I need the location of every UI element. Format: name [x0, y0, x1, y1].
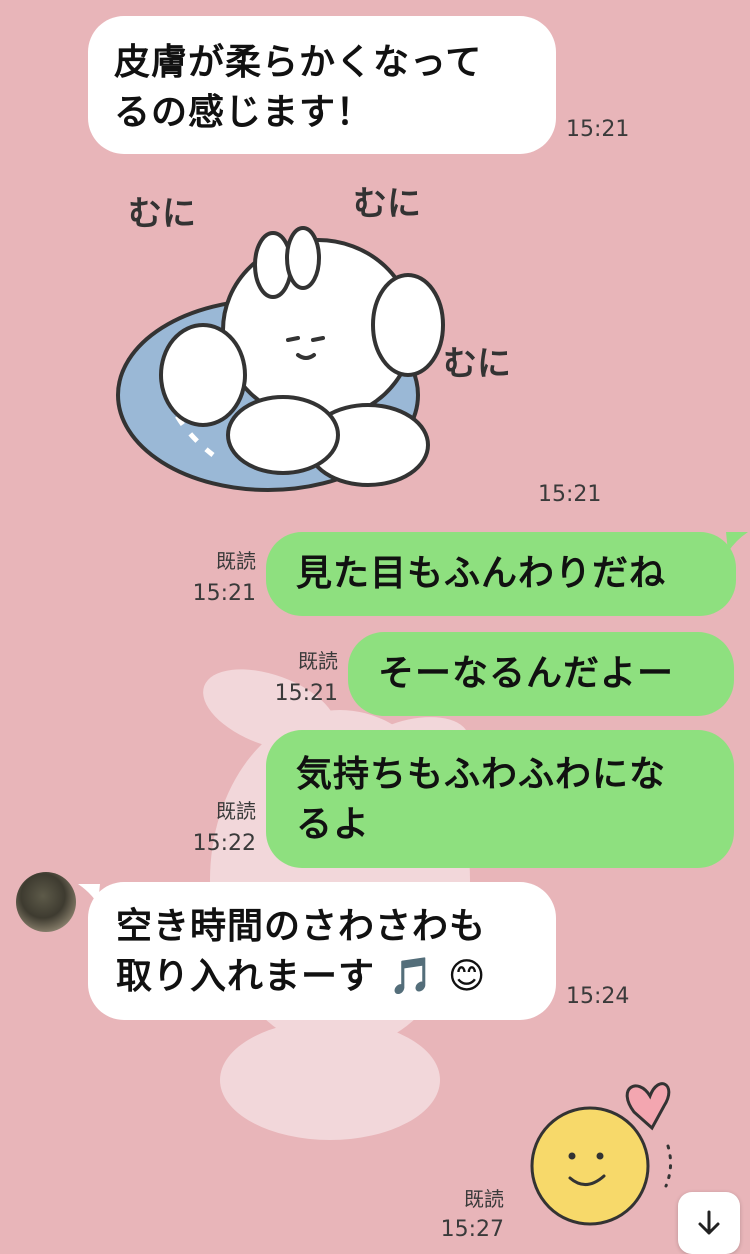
message-bubble-incoming[interactable]: 空き時間のさわさわも 取り入れまーす 🎵 😊 — [88, 882, 556, 1020]
bubble-tail — [726, 532, 748, 552]
message-text-line: 空き時間のさわさわも — [116, 906, 487, 947]
message-timestamp: 15:22 — [192, 831, 256, 856]
message-text-line: るよ — [296, 804, 371, 845]
message-timestamp: 15:21 — [538, 482, 602, 507]
message-timestamp: 15:21 — [192, 581, 256, 606]
message-timestamp: 15:21 — [566, 117, 630, 142]
contact-avatar[interactable] — [16, 872, 76, 932]
message-timestamp: 15:24 — [566, 984, 630, 1009]
sticker-text: むに — [128, 194, 196, 234]
message-bubble-outgoing[interactable]: 気持ちもふわふわにな るよ — [266, 730, 734, 868]
message-text-line: るの感じます！ — [114, 92, 374, 133]
read-receipt: 既読 — [298, 649, 338, 673]
read-receipt: 既読 — [216, 799, 256, 823]
message-text: 見た目もふんわりだね — [296, 553, 667, 594]
message-bubble-incoming[interactable]: 皮膚が柔らかくなって るの感じます！ — [88, 16, 556, 154]
sticker-text: むに — [353, 184, 421, 224]
message-timestamp: 15:27 — [440, 1217, 504, 1242]
message-text-line: 気持ちもふわふわにな — [296, 754, 667, 795]
sticker-text: むに — [443, 344, 508, 384]
message-bubble-outgoing[interactable]: 見た目もふんわりだね — [266, 532, 736, 616]
message-text-line: 皮膚が柔らかくなって — [114, 42, 483, 83]
message-bubble-outgoing[interactable]: そーなるんだよー — [348, 632, 734, 716]
scroll-to-bottom-button[interactable] — [678, 1192, 740, 1254]
read-receipt: 既読 — [464, 1187, 504, 1211]
sticker-bunny-squish[interactable]: むに むに むに — [108, 180, 508, 505]
read-receipt: 既読 — [216, 549, 256, 573]
sticker-smiley-heart[interactable] — [520, 1066, 690, 1226]
message-text: そーなるんだよー — [378, 653, 675, 694]
emoji-music-smile: 🎵 😊 — [388, 956, 487, 997]
arrow-down-icon — [698, 1210, 720, 1235]
message-timestamp: 15:21 — [274, 681, 338, 706]
message-text-line: 取り入れまーす — [116, 956, 376, 997]
